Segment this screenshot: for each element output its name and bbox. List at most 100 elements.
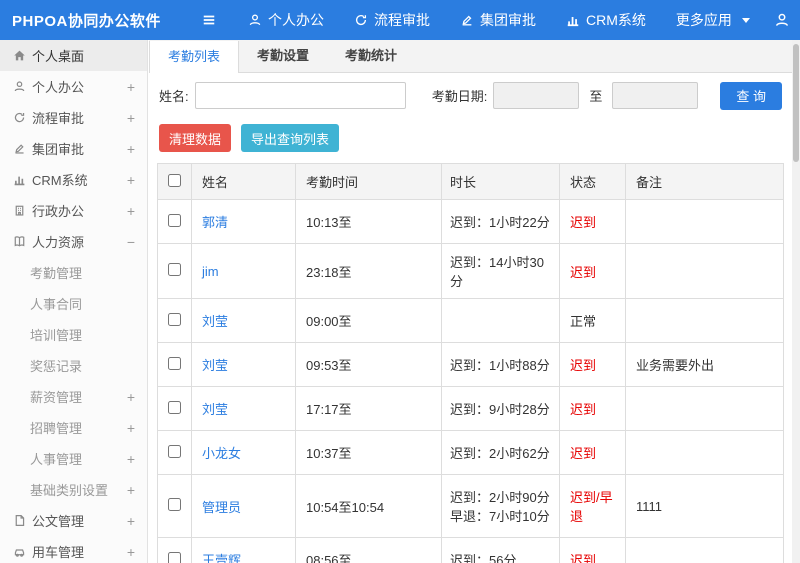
nav-label: 个人办公 [268,12,324,28]
expand-toggle[interactable]: + [127,141,135,157]
export-list-button[interactable]: 导出查询列表 [241,124,340,152]
user-icon [248,13,262,27]
sidebar-item-group-approval[interactable]: 集团审批 + [0,133,147,164]
time-cell: 23:18至 [295,243,442,299]
sidebar-item-hr[interactable]: 人力资源 − [0,226,147,257]
nav-process-approval[interactable]: 流程审批 [354,10,430,30]
sidebar-item-label: 公文管理 [32,514,85,529]
sidebar-item-label: 人事合同 [30,297,83,312]
caret-down-icon [741,17,750,23]
date-from-input[interactable] [493,82,580,109]
expand-toggle[interactable]: + [127,544,135,560]
table-row: 刘莹 09:00至 正常 [157,298,784,343]
scrollbar-thumb[interactable] [793,44,799,162]
duration-cell: 迟到：1小时22分 [441,199,560,244]
remark-cell [625,537,784,563]
time-cell: 10:54至10:54 [295,474,442,538]
hamburger-icon[interactable] [196,7,222,33]
table-row: jim 23:18至 迟到：14小时30分 迟到 [157,243,784,299]
filter-bar: 姓名: 考勤日期: 至 查 询 [149,73,792,118]
nav-personal-office[interactable]: 个人办公 [248,10,324,30]
row-checkbox[interactable] [168,213,181,227]
row-checkbox[interactable] [168,498,181,511]
user-icon [13,80,32,93]
employee-name-link[interactable]: 刘莹 [202,358,228,373]
sidebar-item-salary-mgmt[interactable]: 薪资管理 + [0,381,147,412]
sidebar-item-document-mgmt[interactable]: 公文管理 + [0,505,147,536]
edit-icon [13,142,32,155]
sidebar-item-vehicle-mgmt[interactable]: 用车管理 + [0,536,147,563]
sidebar-item-reward-punishment[interactable]: 奖惩记录 [0,350,147,381]
top-nav: 个人办公 流程审批 集团审批 CRM系统 更多应用 [248,10,750,30]
expand-toggle[interactable]: + [127,389,135,405]
nav-crm-system[interactable]: CRM系统 [566,10,646,30]
clear-data-button[interactable]: 清理数据 [159,124,232,152]
employee-name-link[interactable]: 刘莹 [202,402,228,417]
tab-bar: 考勤列表 考勤设置 考勤统计 [149,40,792,73]
app-window: PHPOA协同办公软件 个人办公 流程审批 集团审批 CRM系统 更多应用 个人… [0,0,800,563]
sidebar-item-label: 培训管理 [30,328,83,343]
date-to-input[interactable] [612,82,699,109]
tab-attendance-settings[interactable]: 考勤设置 [239,40,327,72]
search-button[interactable]: 查 询 [720,81,782,110]
select-all-checkbox[interactable] [168,173,181,187]
expand-toggle[interactable]: + [127,451,135,467]
sidebar-item-recruit-mgmt[interactable]: 招聘管理 + [0,412,147,443]
row-checkbox[interactable] [168,263,181,276]
sidebar-item-base-category-settings[interactable]: 基础类别设置 + [0,474,147,505]
duration-line: 早退：7小时10分 [450,509,550,524]
sidebar-item-admin-office[interactable]: 行政办公 + [0,195,147,226]
attendance-table: 姓名 考勤时间 时长 状态 备注 郭清 10:13至 迟到：1小时22分 迟到 … [157,163,784,563]
employee-name-link[interactable]: 王壹辉 [202,553,241,563]
employee-name-link[interactable]: 小龙女 [202,446,241,461]
sidebar-item-process-approval[interactable]: 流程审批 + [0,102,147,133]
employee-name-link[interactable]: jim [202,264,219,279]
nav-more-apps[interactable]: 更多应用 [676,10,750,30]
nav-label: 流程审批 [374,12,430,28]
tab-attendance-list[interactable]: 考勤列表 [149,41,240,73]
duration-line: 迟到：2小时90分 [450,490,550,505]
expand-toggle[interactable]: + [127,110,135,126]
name-filter-input[interactable] [194,82,406,109]
page-scrollbar[interactable] [792,40,800,563]
expand-toggle[interactable]: + [127,79,135,95]
sidebar-item-label: 集团审批 [32,142,85,157]
edit-icon [460,13,474,27]
expand-toggle[interactable]: + [127,203,135,219]
nav-group-approval[interactable]: 集团审批 [460,10,536,30]
sidebar-item-crm-system[interactable]: CRM系统 + [0,164,147,195]
table-row: 刘莹 09:53至 迟到：1小时88分 迟到 业务需要外出 [157,342,784,387]
employee-name-link[interactable]: 郭清 [202,215,228,230]
row-checkbox[interactable] [168,312,181,326]
expand-toggle[interactable]: + [127,420,135,436]
employee-name-link[interactable]: 管理员 [202,500,241,515]
user-avatar-icon[interactable] [774,12,790,28]
sidebar-item-label: 基础类别设置 [30,483,109,498]
sidebar-item-label: 考勤管理 [30,266,83,281]
expand-toggle[interactable]: − [127,234,135,250]
row-checkbox[interactable] [168,400,181,414]
table-row: 小龙女 10:37至 迟到：2小时62分 迟到 [157,430,784,475]
sidebar-item-training-mgmt[interactable]: 培训管理 [0,319,147,350]
expand-toggle[interactable]: + [127,513,135,529]
sidebar-item-personnel-mgmt[interactable]: 人事管理 + [0,443,147,474]
sidebar-item-personal-office[interactable]: 个人办公 + [0,71,147,102]
sidebar-item-personal-desktop[interactable]: 个人桌面 [0,40,147,71]
expand-toggle[interactable]: + [127,172,135,188]
duration-cell: 迟到：56分 [441,537,560,563]
row-checkbox[interactable] [168,551,181,563]
sidebar-item-attendance-mgmt[interactable]: 考勤管理 [0,257,147,288]
process-icon [13,111,32,124]
sidebar-item-label: 个人办公 [32,80,85,95]
tab-attendance-stats[interactable]: 考勤统计 [327,40,415,72]
time-cell: 09:53至 [295,342,442,387]
header-remark: 备注 [625,163,784,200]
row-checkbox[interactable] [168,356,181,370]
time-cell: 08:56至 [295,537,442,563]
row-checkbox[interactable] [168,444,181,458]
expand-toggle[interactable]: + [127,482,135,498]
sidebar-item-hr-contract[interactable]: 人事合同 [0,288,147,319]
table-row: 王壹辉 08:56至 迟到：56分 迟到 [157,537,784,563]
employee-name-link[interactable]: 刘莹 [202,314,228,329]
remark-cell [625,298,784,343]
